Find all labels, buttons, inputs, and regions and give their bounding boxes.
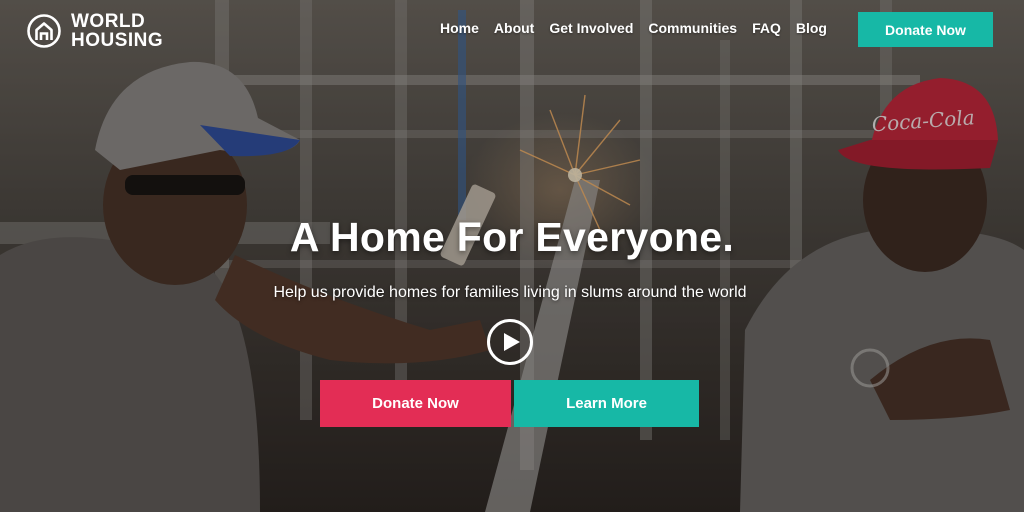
house-in-circle-icon <box>27 14 61 48</box>
hero-learn-more-button[interactable]: Learn More <box>514 380 699 427</box>
hero-donate-button[interactable]: Donate Now <box>320 380 511 427</box>
hero-section: Coca-Cola WORLD HOUSING Home About Get I… <box>0 0 1024 512</box>
play-video-button[interactable] <box>487 319 533 365</box>
nav-item-blog[interactable]: Blog <box>796 20 827 36</box>
nav-item-get-involved[interactable]: Get Involved <box>549 20 633 36</box>
nav-item-about[interactable]: About <box>494 20 534 36</box>
nav-item-faq[interactable]: FAQ <box>752 20 781 36</box>
nav-item-home[interactable]: Home <box>440 20 479 36</box>
brand-logo[interactable]: WORLD HOUSING <box>26 12 163 50</box>
nav-item-communities[interactable]: Communities <box>648 20 737 36</box>
brand-name: WORLD HOUSING <box>71 12 163 50</box>
hero-headline: A Home For Everyone. <box>289 214 735 260</box>
svg-text:Coca-Cola: Coca-Cola <box>871 105 975 136</box>
play-icon <box>504 333 520 351</box>
hero-subheadline: Help us provide homes for families livin… <box>273 284 747 301</box>
brand-line-1: WORLD <box>71 11 146 32</box>
header-donate-button[interactable]: Donate Now <box>858 12 993 47</box>
main-nav: Home About Get Involved Communities FAQ … <box>440 20 842 36</box>
brand-line-2: HOUSING <box>71 30 164 51</box>
